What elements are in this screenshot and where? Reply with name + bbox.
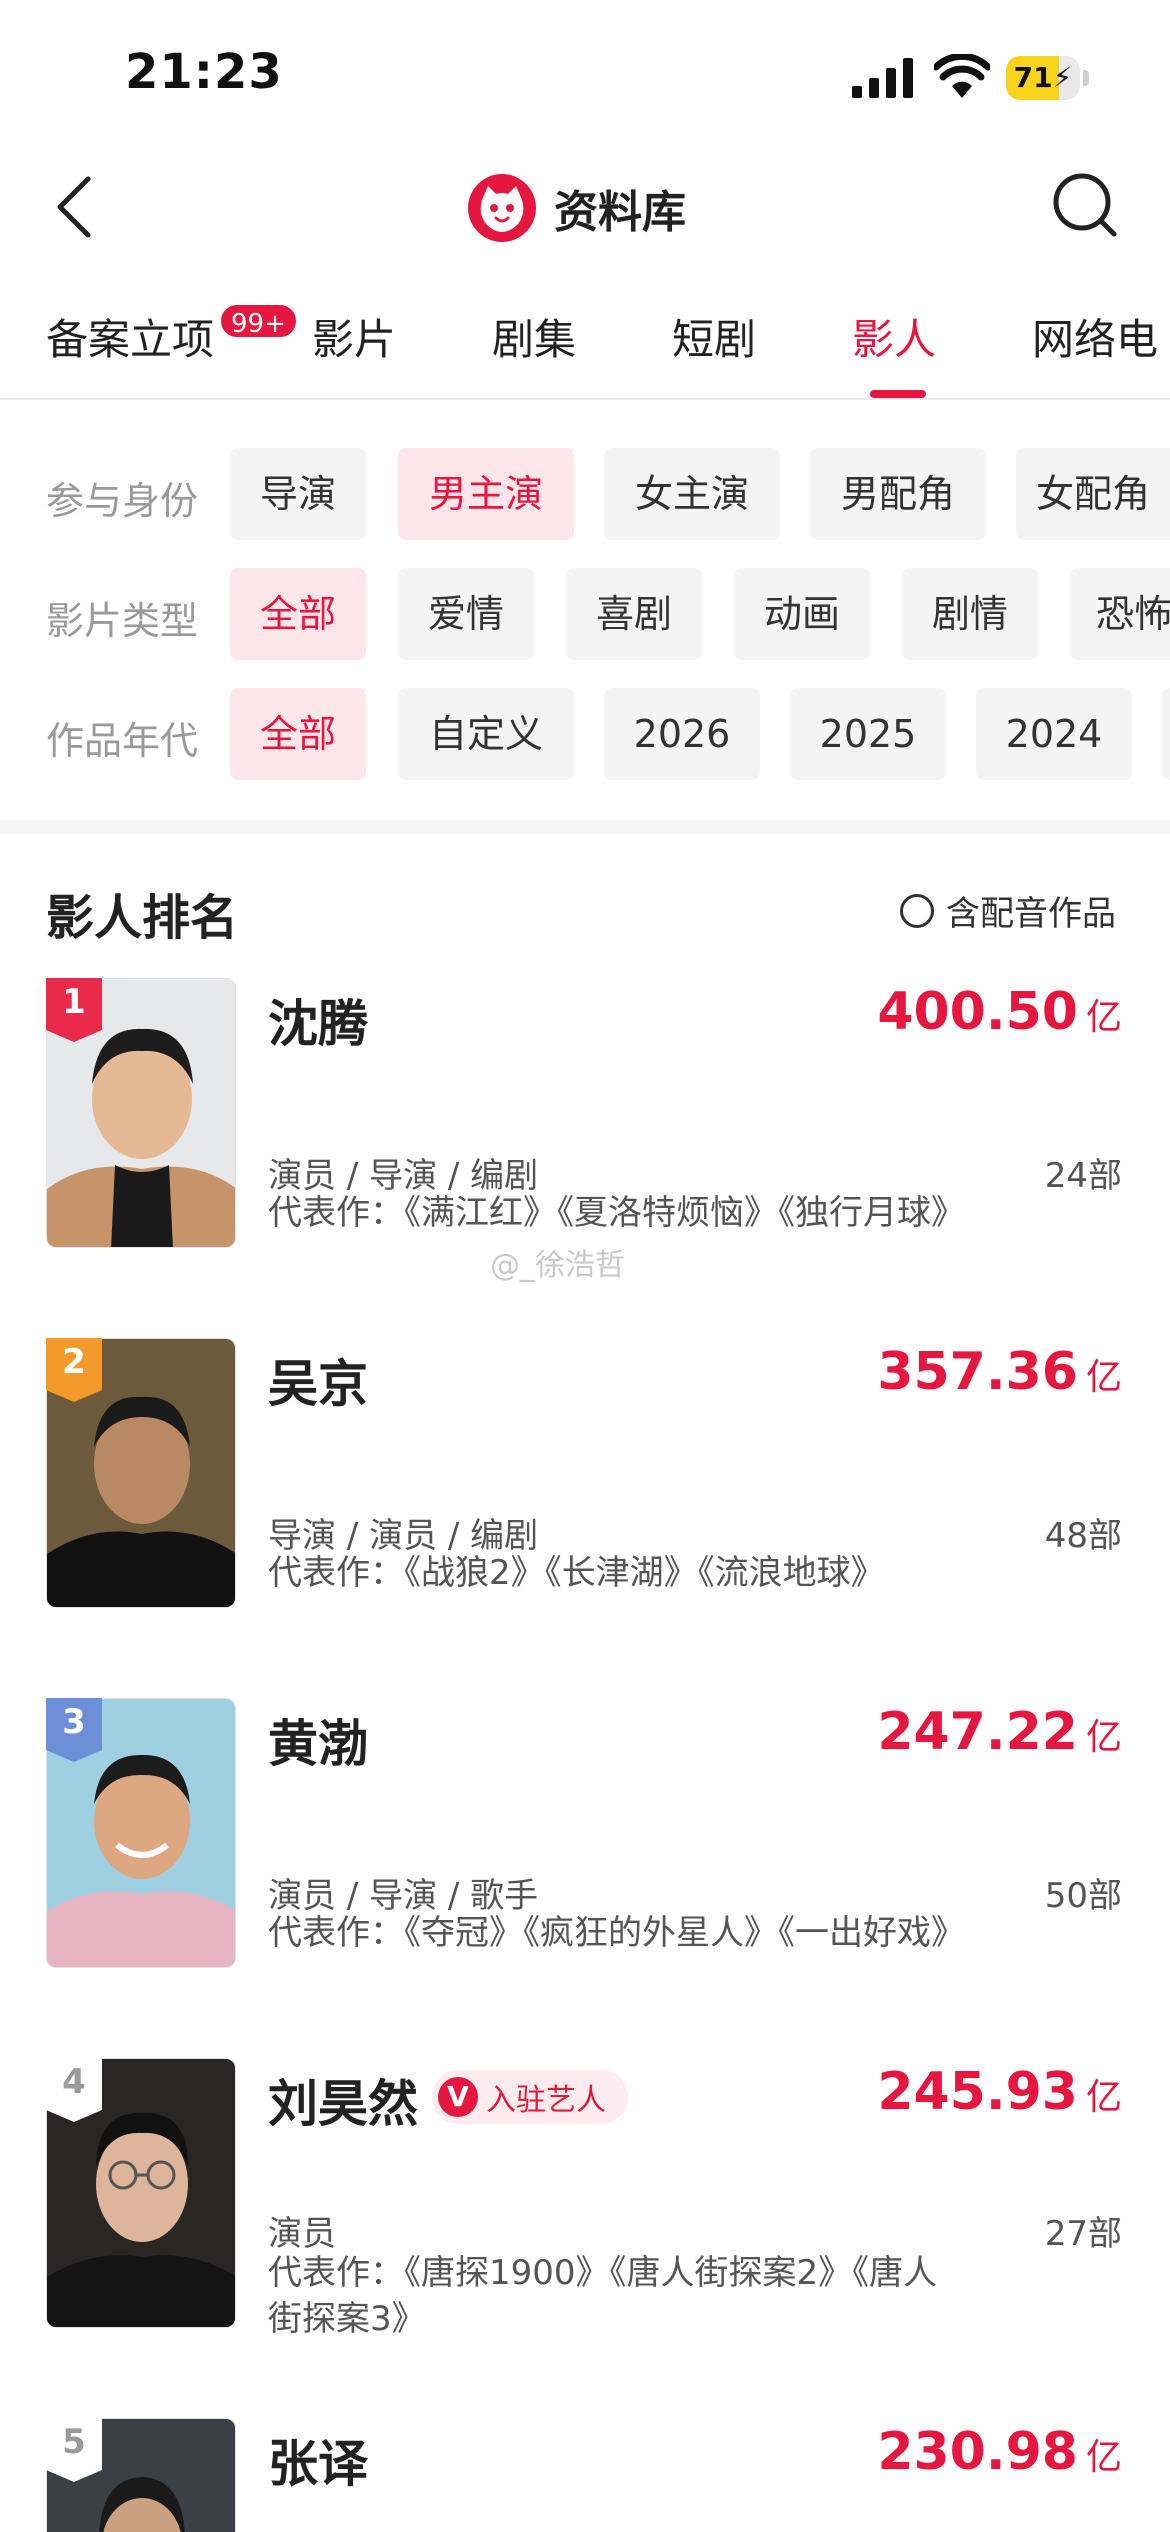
filter-chip-2024[interactable]: 2024	[976, 688, 1132, 780]
box-office-unit: 亿	[1085, 2437, 1122, 2478]
box-office: 230.98 亿	[877, 2422, 1122, 2482]
tab-label: 备案立项	[46, 315, 215, 364]
watermark: @_徐浩哲	[490, 1248, 625, 1283]
representative-works: 代表作：《唐探1900》《唐人街探案2》《唐人街探案3》	[268, 2253, 938, 2339]
ranking-row[interactable]: 1 沈腾 400.50 亿 演员 / 导演 / 编剧 24部 代表作：《满江红》《…	[0, 978, 1170, 1278]
works-count: 50部	[1044, 1876, 1122, 1916]
battery-percent: 71	[1013, 61, 1053, 94]
filter-chip-lead-actress[interactable]: 女主演	[604, 448, 780, 540]
tab-movies[interactable]: 影片	[312, 306, 396, 367]
works-count: 48部	[1044, 1516, 1122, 1556]
filter-chip-comedy[interactable]: 喜剧	[566, 568, 702, 660]
filter-row-genre: 影片类型 全部 爱情 喜剧 动画 剧情 恐怖	[0, 568, 1170, 660]
box-office-value: 230.98	[877, 2422, 1078, 2482]
rank-badge: 2	[46, 1338, 102, 1402]
search-icon[interactable]	[1052, 172, 1118, 242]
filter-chip-custom[interactable]: 自定义	[398, 688, 574, 780]
box-office-value: 357.36	[877, 1342, 1078, 1402]
box-office-value: 400.50	[877, 982, 1078, 1042]
rank-badge: 3	[46, 1698, 102, 1762]
filter-chip-all-years[interactable]: 全部	[230, 688, 366, 780]
ranking-row[interactable]: 4 刘昊然 V 入驻艺人 245.93 亿 演员 27部 代表作：《唐探1900》…	[0, 2058, 1170, 2398]
rank-badge: 4	[46, 2058, 102, 2122]
box-office-unit: 亿	[1085, 1357, 1122, 1398]
tab-series[interactable]: 剧集	[492, 306, 576, 367]
filter-label: 作品年代	[46, 719, 199, 763]
person-name: 吴京	[268, 1355, 368, 1413]
rank-badge: 5	[46, 2418, 102, 2482]
wifi-icon	[934, 54, 990, 98]
representative-works: 代表作：《夺冠》《疯狂的外星人》《一出好戏》	[268, 1913, 965, 1953]
tab-people[interactable]: 影人	[852, 306, 936, 367]
box-office: 357.36 亿	[877, 1342, 1122, 1402]
filter-row-year: 作品年代 全部 自定义 2026 2025 2024	[0, 688, 1170, 780]
person-name: 黄渤	[268, 1715, 368, 1773]
section-title: 影人排名	[46, 890, 239, 946]
nav-title-text: 资料库	[554, 187, 686, 238]
page-title: 资料库	[468, 172, 686, 244]
filter-label: 影片类型	[46, 599, 199, 643]
box-office-unit: 亿	[1085, 2077, 1122, 2118]
rank-number: 2	[62, 1342, 86, 1382]
status-bar: 21:23 71⚡	[0, 0, 1170, 150]
box-office: 245.93 亿	[877, 2062, 1122, 2122]
filter-chip-supporting-actress[interactable]: 女配角	[1016, 448, 1170, 540]
box-office-unit: 亿	[1085, 1717, 1122, 1758]
battery-icon: 71⚡	[1006, 56, 1089, 100]
box-office-value: 247.22	[877, 1702, 1078, 1762]
page: 21:23 71⚡ 资料库 备案立项 99+ 影片 剧集 短剧 影人 网络电 参…	[0, 0, 1170, 2532]
filter-chip-director[interactable]: 导演	[230, 448, 366, 540]
tab-filing[interactable]: 备案立项 99+	[46, 302, 299, 367]
cellular-signal-icon	[852, 58, 913, 98]
filter-chip-more[interactable]	[1162, 688, 1170, 780]
rank-number: 4	[62, 2062, 86, 2102]
box-office-value: 245.93	[877, 2062, 1078, 2122]
box-office: 400.50 亿	[877, 982, 1122, 1042]
person-name: 沈腾	[268, 995, 368, 1053]
verified-label: 入驻艺人	[486, 2083, 606, 2118]
representative-works: 代表作：《战狼2》《长津湖》《流浪地球》	[268, 1553, 885, 1593]
filter-chip-all[interactable]: 全部	[230, 568, 366, 660]
radio-circle-icon	[900, 893, 934, 928]
verified-v-icon: V	[438, 2077, 478, 2117]
maoyan-cat-logo	[468, 174, 536, 242]
person-name: 张译	[268, 2435, 368, 2493]
filter-chip-lead-actor[interactable]: 男主演	[398, 448, 574, 540]
status-time: 21:23	[125, 44, 283, 100]
box-office-unit: 亿	[1085, 997, 1122, 1038]
active-tab-indicator	[870, 390, 926, 398]
tab-web-movie[interactable]: 网络电	[1032, 306, 1158, 367]
section-divider	[0, 820, 1170, 834]
rank-number: 3	[62, 1702, 86, 1742]
filter-chip-supporting-actor[interactable]: 男配角	[810, 448, 986, 540]
person-name: 刘昊然	[268, 2075, 418, 2133]
filter-chip-romance[interactable]: 爱情	[398, 568, 534, 660]
category-tabs: 备案立项 99+ 影片 剧集 短剧 影人 网络电	[0, 290, 1170, 400]
filter-chip-drama[interactable]: 剧情	[902, 568, 1038, 660]
rank-number: 1	[62, 982, 86, 1022]
works-count: 24部	[1044, 1156, 1122, 1196]
verified-artist-badge: V 入驻艺人	[432, 2070, 628, 2124]
filter-chip-2025[interactable]: 2025	[790, 688, 946, 780]
rank-number: 5	[62, 2422, 86, 2462]
toggle-label: 含配音作品	[946, 894, 1116, 934]
filter-chip-animation[interactable]: 动画	[734, 568, 870, 660]
filter-label: 参与身份	[46, 479, 199, 523]
rank-badge: 1	[46, 978, 102, 1042]
person-roles: 演员	[268, 2214, 336, 2254]
include-dubbing-toggle[interactable]: 含配音作品	[900, 886, 1116, 935]
representative-works: 代表作：《满江红》《夏洛特烦恼》《独行月球》	[268, 1193, 965, 1233]
filter-row-identity: 参与身份 导演 男主演 女主演 男配角 女配角	[0, 448, 1170, 540]
works-count: 27部	[1044, 2214, 1122, 2254]
ranking-row[interactable]: 5 张译 230.98 亿	[0, 2418, 1170, 2532]
tab-short-drama[interactable]: 短剧	[672, 306, 756, 367]
box-office: 247.22 亿	[877, 1702, 1122, 1762]
ranking-row[interactable]: 3 黄渤 247.22 亿 演员 / 导演 / 歌手 50部 代表作：《夺冠》《疯…	[0, 1698, 1170, 1998]
ranking-row[interactable]: 2 吴京 357.36 亿 导演 / 演员 / 编剧 48部 代表作：《战狼2》《…	[0, 1338, 1170, 1638]
count-badge: 99+	[218, 302, 299, 340]
filter-chip-horror[interactable]: 恐怖	[1070, 568, 1170, 660]
back-chevron-icon[interactable]	[52, 175, 96, 239]
filter-chip-2026[interactable]: 2026	[604, 688, 760, 780]
